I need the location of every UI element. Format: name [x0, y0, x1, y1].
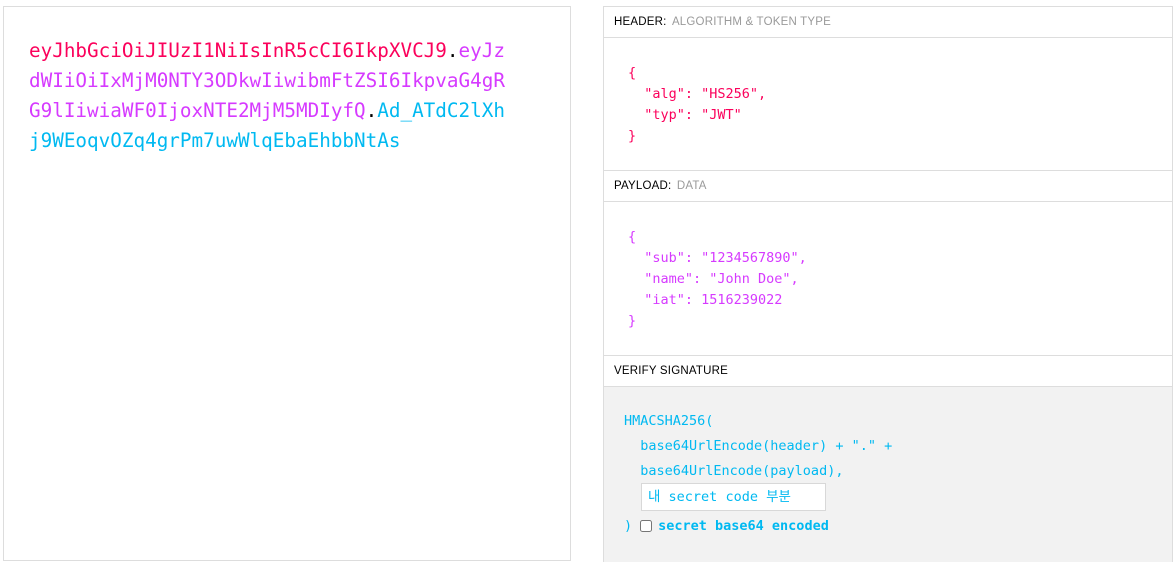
payload-json-editor[interactable]: { "sub": "1234567890", "name": "John Doe… [604, 202, 1172, 356]
verify-close-row: ) secret base64 encoded [624, 517, 829, 535]
payload-section-heading: PAYLOAD: DATA [604, 171, 1172, 202]
json-line: "alg": "HS256", [628, 86, 767, 102]
header-json-editor[interactable]: { "alg": "HS256", "typ": "JWT"} [604, 38, 1172, 171]
encoded-token-panel[interactable]: eyJhbGciOiJIUzI1NiIsInR5cCI6IkpXVCJ9.eyJ… [3, 6, 571, 561]
payload-json[interactable]: { "sub": "1234567890", "name": "John Doe… [628, 227, 807, 332]
base64-encoded-label[interactable]: secret base64 encoded [658, 517, 829, 535]
verify-section-heading: VERIFY SIGNATURE [604, 356, 1172, 387]
json-line: } [628, 128, 637, 144]
json-line: { [628, 65, 637, 81]
token-header-part: eyJhbGciOiJIUzI1NiIsInR5cCI6IkpXVCJ9 [29, 39, 447, 62]
payload-section-title: PAYLOAD: [614, 180, 672, 192]
decoded-panel: HEADER: ALGORITHM & TOKEN TYPE { "alg": … [603, 6, 1173, 562]
json-line: "typ": "JWT" [628, 107, 742, 123]
encoded-token-text[interactable]: eyJhbGciOiJIUzI1NiIsInR5cCI6IkpXVCJ9.eyJ… [29, 36, 509, 156]
verify-line-hmac: HMACSHA256( [624, 413, 714, 429]
json-line: { [628, 229, 637, 245]
base64-encoded-checkbox[interactable] [640, 520, 653, 532]
payload-section-subtitle: DATA [676, 180, 707, 192]
json-line: "iat": 1516239022 [628, 292, 783, 308]
header-section-subtitle: ALGORITHM & TOKEN TYPE [671, 16, 831, 28]
verify-section-title: VERIFY SIGNATURE [614, 365, 728, 377]
secret-input[interactable] [641, 483, 826, 511]
verify-code: HMACSHA256( base64UrlEncode(header) + ".… [624, 409, 892, 484]
header-json[interactable]: { "alg": "HS256", "typ": "JWT"} [628, 63, 766, 147]
verify-signature-body: HMACSHA256( base64UrlEncode(header) + ".… [604, 387, 1172, 562]
json-line: } [628, 313, 637, 329]
close-paren: ) [624, 518, 633, 534]
json-line: "name": "John Doe", [628, 271, 799, 287]
verify-line-payload: base64UrlEncode(payload), [624, 463, 844, 479]
token-separator: . [446, 39, 459, 62]
json-line: "sub": "1234567890", [628, 250, 807, 266]
verify-line-header: base64UrlEncode(header) + "." + [624, 438, 893, 454]
header-section-heading: HEADER: ALGORITHM & TOKEN TYPE [604, 7, 1172, 38]
token-separator: . [365, 99, 378, 122]
header-section-title: HEADER: [614, 16, 667, 28]
